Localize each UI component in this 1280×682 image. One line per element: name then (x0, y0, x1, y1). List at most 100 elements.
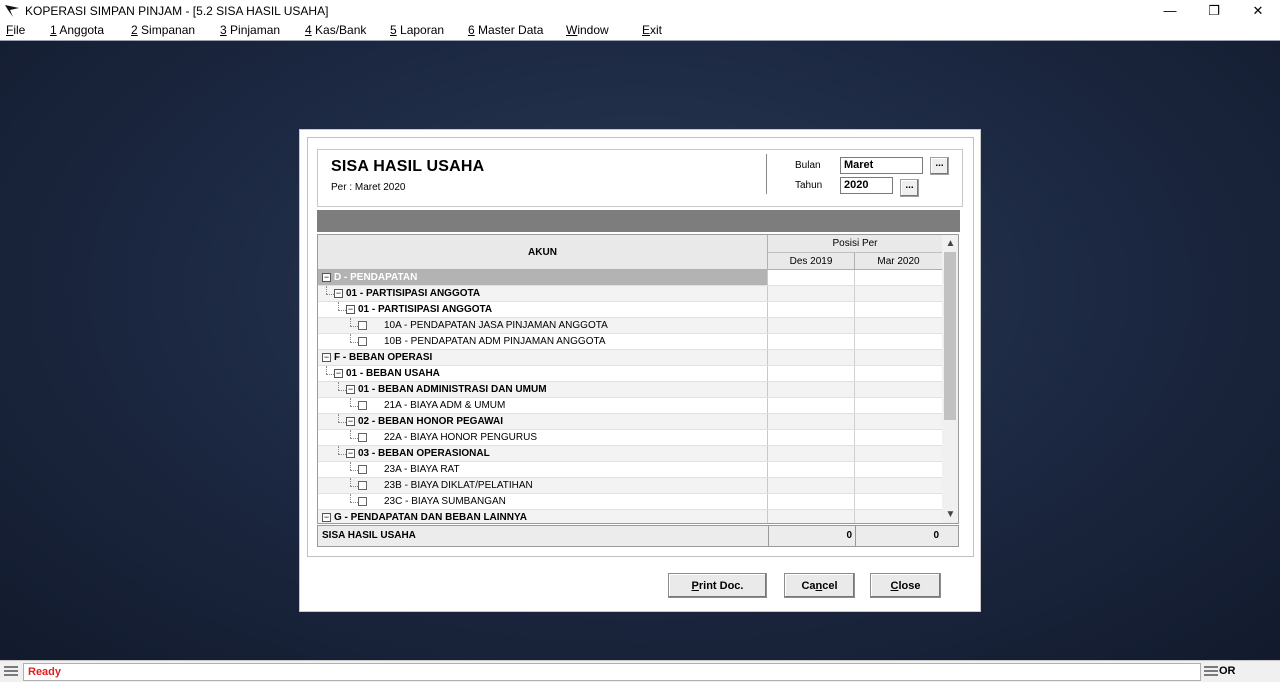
account-label: 23C - BIAYA SUMBANGAN (384, 496, 506, 507)
cell-akun: 23B - BIAYA DIKLAT/PELATIHAN (318, 478, 768, 493)
menu-exit[interactable]: Exit (642, 23, 662, 37)
scroll-down-icon[interactable]: ▼ (942, 506, 958, 523)
checkbox-icon[interactable] (358, 465, 367, 474)
tree-row[interactable]: 10B - PENDAPATAN ADM PINJAMAN ANGGOTA (318, 334, 942, 350)
cell-des-2019 (768, 494, 855, 509)
tahun-label: Tahun (795, 180, 823, 191)
tree-connector (338, 310, 346, 311)
account-label: F - BEBAN OPERASI (334, 352, 433, 363)
cell-des-2019 (768, 430, 855, 445)
checkbox-icon[interactable] (358, 337, 367, 346)
menu-master-data[interactable]: 6 Master Data (468, 23, 543, 37)
collapse-icon[interactable]: − (322, 513, 331, 522)
collapse-icon[interactable]: − (322, 273, 331, 282)
menu-simpanan[interactable]: 2 Simpanan (131, 23, 195, 37)
tree-row[interactable]: −01 - PARTISIPASI ANGGOTA (318, 286, 942, 302)
tree-row[interactable]: −03 - BEBAN OPERASIONAL (318, 446, 942, 462)
tree-row[interactable]: − D - PENDAPATAN (318, 270, 942, 286)
bulan-label: Bulan (795, 160, 821, 171)
column-header-mar-2020[interactable]: Mar 2020 (855, 253, 942, 270)
tree-row[interactable]: − G - PENDAPATAN DAN BEBAN LAINNYA (318, 510, 942, 523)
close-button[interactable]: Close (870, 573, 941, 598)
tree-row[interactable]: 21A - BIAYA ADM & UMUM (318, 398, 942, 414)
cell-mar-2020 (855, 398, 942, 413)
collapse-icon[interactable]: − (346, 385, 355, 394)
account-tree-grid[interactable]: AKUN Posisi Per Des 2019 Mar 2020 − D - P… (317, 234, 959, 524)
tree-row[interactable]: −01 - PARTISIPASI ANGGOTA (318, 302, 942, 318)
menu-file[interactable]: File (6, 23, 25, 37)
menu-kas-bank[interactable]: 4 Kas/Bank (305, 23, 366, 37)
tree-row[interactable]: −01 - BEBAN USAHA (318, 366, 942, 382)
total-label: SISA HASIL USAHA (322, 530, 416, 541)
collapse-icon[interactable]: − (346, 417, 355, 426)
tree-row[interactable]: 10A - PENDAPATAN JASA PINJAMAN ANGGOTA (318, 318, 942, 334)
status-right-text: OR (1219, 665, 1236, 677)
tree-connector (350, 478, 351, 486)
collapse-icon[interactable]: − (334, 369, 343, 378)
cell-akun: −03 - BEBAN OPERASIONAL (318, 446, 768, 461)
cell-mar-2020 (855, 510, 942, 523)
cell-mar-2020 (855, 270, 942, 285)
tree-row[interactable]: −02 - BEBAN HONOR PEGAWAI (318, 414, 942, 430)
column-header-des-2019[interactable]: Des 2019 (768, 253, 855, 270)
cancel-button[interactable]: Ca n cel (784, 573, 855, 598)
bulan-field[interactable]: Maret (840, 157, 923, 174)
vertical-scrollbar[interactable]: ▲ ▼ (942, 235, 958, 523)
checkbox-icon[interactable] (358, 497, 367, 506)
checkbox-icon[interactable] (358, 481, 367, 490)
checkbox-icon[interactable] (358, 401, 367, 410)
account-label: 23A - BIAYA RAT (384, 464, 460, 475)
title-bar: KOPERASI SIMPAN PINJAM - [5.2 SISA HASIL… (0, 0, 1280, 21)
account-label: 10B - PENDAPATAN ADM PINJAMAN ANGGOTA (384, 336, 606, 347)
tree-row[interactable]: 23C - BIAYA SUMBANGAN (318, 494, 942, 510)
tree-connector (350, 334, 351, 342)
menu-pinjaman[interactable]: 3 Pinjaman (220, 23, 280, 37)
tree-row[interactable]: −01 - BEBAN ADMINISTRASI DAN UMUM (318, 382, 942, 398)
cell-des-2019 (768, 478, 855, 493)
tahun-field[interactable]: 2020 (840, 177, 893, 194)
scroll-up-icon[interactable]: ▲ (942, 235, 958, 252)
scroll-thumb[interactable] (944, 252, 956, 420)
column-header-akun[interactable]: AKUN (318, 235, 768, 270)
tree-connector (326, 374, 334, 375)
tahun-picker-button[interactable]: ... (900, 179, 919, 197)
menu-window[interactable]: Window (566, 23, 609, 37)
tree-connector (350, 462, 351, 470)
cell-mar-2020 (855, 494, 942, 509)
account-label: 23B - BIAYA DIKLAT/PELATIHAN (384, 480, 533, 491)
checkbox-icon[interactable] (358, 433, 367, 442)
tree-row[interactable]: − F - BEBAN OPERASI (318, 350, 942, 366)
menu-bar: File 1 Anggota 2 Simpanan 3 Pinjaman 4 K… (0, 21, 1280, 40)
tree-row[interactable]: 23A - BIAYA RAT (318, 462, 942, 478)
report-period: Per : Maret 2020 (331, 182, 406, 193)
tree-row[interactable]: 23B - BIAYA DIKLAT/PELATIHAN (318, 478, 942, 494)
print-doc-button[interactable]: Print Doc. (668, 573, 767, 598)
close-window-button[interactable]: ✕ (1236, 0, 1280, 21)
app-logo-icon (5, 4, 19, 17)
tree-connector (338, 302, 339, 310)
collapse-icon[interactable]: − (334, 289, 343, 298)
cell-des-2019 (768, 350, 855, 365)
cell-mar-2020 (855, 478, 942, 493)
cell-akun: −01 - BEBAN USAHA (318, 366, 768, 381)
minimize-button[interactable]: — (1148, 0, 1192, 21)
cell-des-2019 (768, 414, 855, 429)
restore-button[interactable]: ❐ (1192, 0, 1236, 21)
bulan-picker-button[interactable]: ... (930, 157, 949, 175)
tree-connector (350, 438, 358, 439)
cell-akun: −02 - BEBAN HONOR PEGAWAI (318, 414, 768, 429)
cell-des-2019 (768, 270, 855, 285)
menu-laporan[interactable]: 5 Laporan (390, 23, 444, 37)
tree-connector (350, 470, 358, 471)
collapse-icon[interactable]: − (346, 449, 355, 458)
tree-connector (350, 398, 351, 406)
tree-connector (338, 414, 339, 422)
tree-row[interactable]: 22A - BIAYA HONOR PENGURUS (318, 430, 942, 446)
collapse-icon[interactable]: − (346, 305, 355, 314)
account-label: 01 - PARTISIPASI ANGGOTA (358, 304, 493, 315)
menu-anggota[interactable]: 1 Anggota (50, 23, 104, 37)
checkbox-icon[interactable] (358, 321, 367, 330)
collapse-icon[interactable]: − (322, 353, 331, 362)
column-header-posisi-per: Posisi Per (768, 235, 942, 253)
tree-connector (338, 446, 339, 454)
